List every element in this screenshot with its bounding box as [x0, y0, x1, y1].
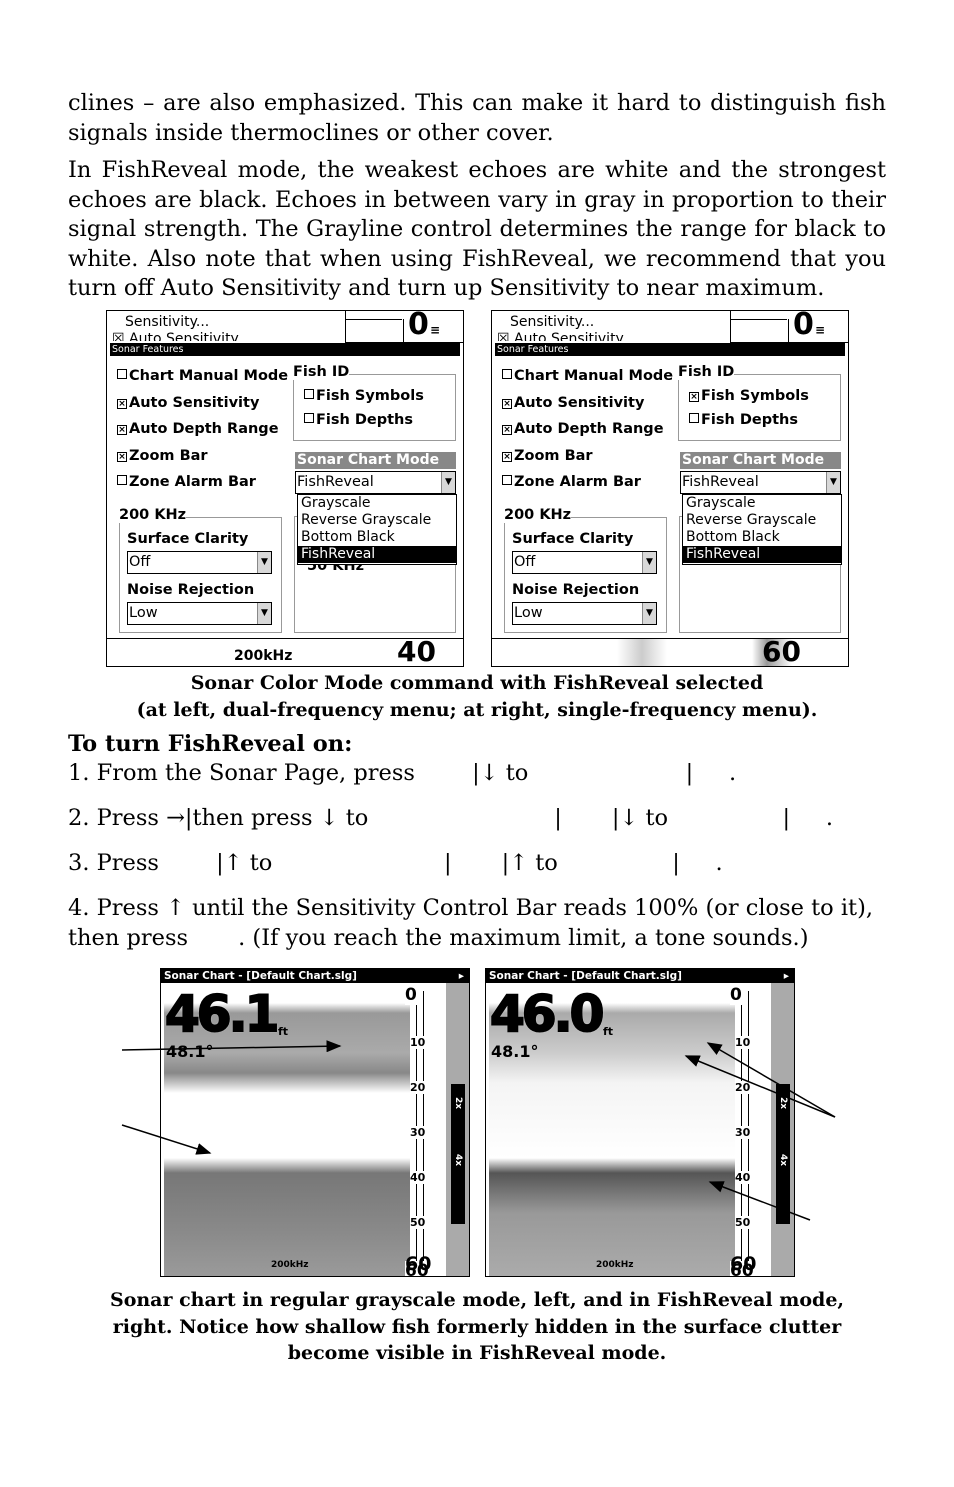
annotation-arrows [121, 1040, 836, 1221]
arrow-line [706, 1042, 836, 1118]
arrow-line [121, 1040, 342, 1053]
arrow-line [121, 1124, 212, 1155]
arrow-line [684, 1055, 836, 1118]
figure-caption: right. Notice how shallow fish formerly … [112, 1316, 842, 1338]
figure-caption: Sonar chart in regular grayscale mode, l… [109, 1289, 845, 1311]
figure-caption: become visible in FishReveal mode. [287, 1342, 667, 1364]
arrow-line [708, 1181, 811, 1221]
